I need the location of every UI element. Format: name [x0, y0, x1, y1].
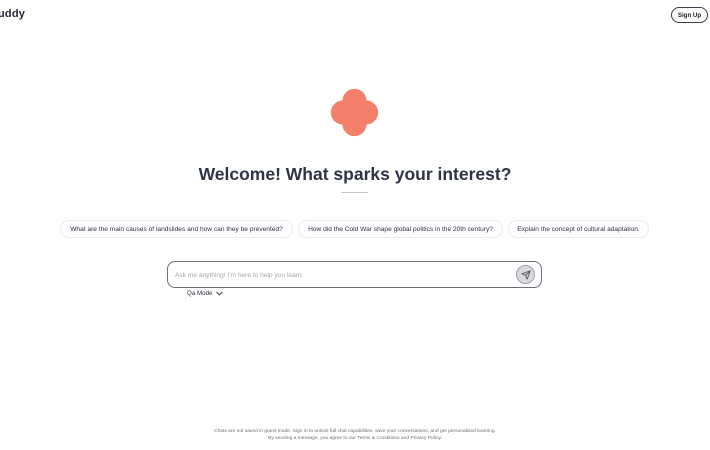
footer-line: By sending a message, you agree to our T…	[268, 435, 442, 441]
guest-mode-notice: Chats are not saved in guest mode. Sign …	[0, 429, 710, 442]
message-input[interactable]	[175, 268, 505, 282]
sign-up-button[interactable]: Sign Up	[671, 7, 708, 23]
chevron-down-icon	[216, 291, 224, 296]
flower-blob-icon	[330, 88, 379, 137]
send-button[interactable]	[516, 265, 535, 284]
suggestion-chip[interactable]: How did the Cold War shape global politi…	[298, 220, 503, 238]
send-icon	[520, 269, 531, 280]
title-divider	[341, 192, 368, 193]
mode-label: Qa Mode	[187, 290, 213, 297]
brand-name: uddy	[0, 8, 26, 20]
message-composer	[167, 261, 542, 288]
mode-selector[interactable]: Qa Mode	[187, 290, 224, 297]
page-title: Welcome! What sparks your interest?	[198, 164, 512, 184]
suggestion-chip[interactable]: What are the main causes of landslides a…	[60, 220, 293, 238]
suggestion-chip[interactable]: Explain the concept of cultural adaptati…	[508, 220, 649, 238]
